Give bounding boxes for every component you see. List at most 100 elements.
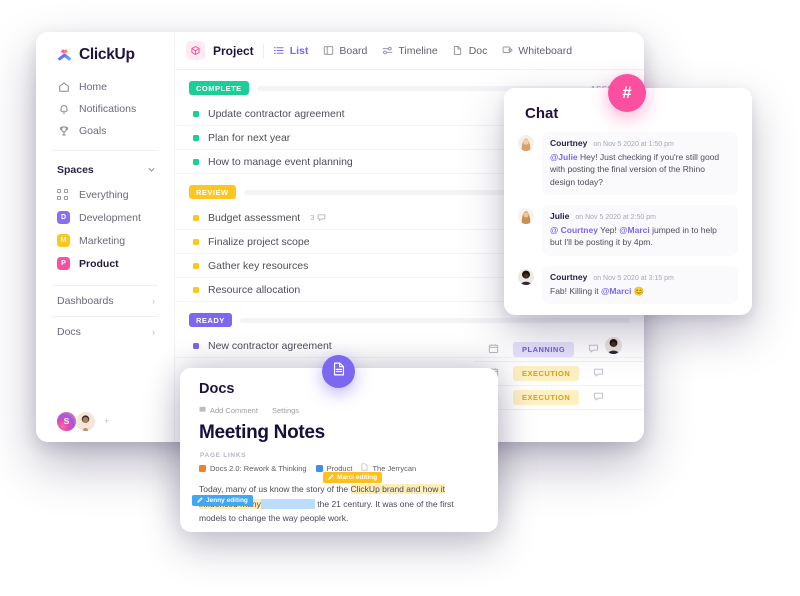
tab-board[interactable]: Board: [322, 45, 367, 57]
task-name: Budget assessment: [208, 211, 301, 224]
spaces-list: Everything D Development M Marketing P P…: [36, 183, 174, 275]
bell-icon: [57, 103, 70, 116]
chat-text: Fab! Killing it @Marci 😊: [550, 285, 730, 297]
docs-fab-button[interactable]: [322, 355, 355, 388]
task-name: Gather key resources: [208, 259, 309, 272]
chat-timestamp: on Nov 5 2020 at 2:50 pm: [575, 213, 656, 221]
status-badge: READY: [189, 313, 232, 327]
page-link-color-icon: [199, 464, 206, 472]
avatar[interactable]: [518, 135, 534, 151]
tag-execution[interactable]: EXECUTION: [513, 366, 580, 381]
avatar-current-user[interactable]: S: [56, 410, 77, 432]
task-name: How to manage event planning: [208, 155, 353, 168]
tab-doc[interactable]: Doc: [452, 44, 488, 57]
comment-count[interactable]: 3: [310, 209, 326, 227]
space-badge-marketing: M: [57, 234, 70, 247]
app-logo[interactable]: ClickUp: [36, 32, 174, 64]
sidebar-item-goals[interactable]: Goals: [36, 120, 174, 142]
comment-count-value: 3: [310, 213, 315, 222]
comment-icon[interactable]: [593, 389, 604, 407]
add-comment-label: Add Comment: [210, 406, 258, 415]
cube-icon: [186, 41, 205, 60]
tag-planning[interactable]: PLANNING: [513, 342, 575, 357]
status-dot: [193, 110, 199, 117]
table-row-meta[interactable]: PLANNING: [474, 338, 644, 362]
sidebar-nav: Home Notifications Goals: [36, 76, 174, 142]
group-header-placeholder: [239, 317, 630, 323]
sidebar-item-label: Home: [79, 81, 108, 93]
task-name: Finalize project scope: [208, 235, 310, 248]
tab-timeline[interactable]: Timeline: [381, 45, 438, 57]
sidebar-item-product[interactable]: P Product: [36, 252, 174, 275]
space-label: Development: [79, 211, 141, 224]
task-name: Resource allocation: [208, 283, 301, 296]
chat-author: Courtney: [550, 271, 588, 282]
comment-icon[interactable]: [588, 341, 599, 359]
space-badge-development: D: [57, 211, 70, 224]
page-links-label: PAGE LINKS: [200, 452, 247, 459]
chevron-down-icon[interactable]: [147, 161, 156, 179]
board-icon: [322, 45, 334, 57]
mention[interactable]: @Marci: [601, 286, 632, 296]
list-icon: [273, 45, 285, 57]
pencil-icon: [328, 473, 334, 482]
home-icon: [57, 81, 70, 94]
chat-text: @Julie Hey! Just checking if you're stil…: [550, 151, 730, 188]
chat-author: Julie: [550, 210, 570, 221]
sidebar-item-label: Dashboards: [57, 295, 114, 307]
sidebar-item-home[interactable]: Home: [36, 76, 174, 98]
space-badge-product: P: [57, 257, 70, 270]
chat-bubble: Courtney on Nov 5 2020 at 3:15 pm Fab! K…: [542, 265, 738, 304]
view-toolbar: Project List Board Timeline Doc Whiteboa…: [175, 32, 644, 70]
table-row-meta[interactable]: EXECUTION: [474, 386, 644, 410]
table-row-meta[interactable]: EXECUTION: [474, 362, 644, 386]
doc-text-part1: Today, many of us know the story of the: [199, 484, 351, 494]
status-dot: [193, 134, 199, 141]
task-name: New contractor agreement: [208, 339, 332, 352]
page-link[interactable]: Docs 2.0: Rework & Thinking: [199, 464, 307, 473]
chat-message: Julie on Nov 5 2020 at 2:50 pm @ Courtne…: [504, 195, 752, 256]
chat-timestamp: on Nov 5 2020 at 1:50 pm: [593, 141, 674, 148]
emoji: 😊: [633, 285, 645, 296]
chat-bubble: Courtney on Nov 5 2020 at 1:50 pm @Julie…: [542, 132, 738, 195]
sidebar-item-development[interactable]: D Development: [36, 206, 174, 229]
tag-execution[interactable]: EXECUTION: [513, 390, 580, 405]
chat-timestamp: on Nov 5 2020 at 3:15 pm: [593, 274, 674, 282]
tab-list[interactable]: List: [273, 45, 308, 57]
add-member-button[interactable]: +: [104, 416, 109, 426]
chat-hash-badge[interactable]: #: [608, 74, 646, 112]
sidebar-item-notifications[interactable]: Notifications: [36, 98, 174, 120]
app-logo-text: ClickUp: [79, 46, 135, 63]
mention[interactable]: @ Courtney: [550, 225, 598, 235]
sidebar-item-dashboards[interactable]: Dashboards ›: [36, 286, 174, 316]
document-body[interactable]: Marci editing Jenny editing Today, many …: [180, 472, 498, 526]
doc-icon: [452, 45, 464, 57]
settings-button[interactable]: Settings: [272, 406, 299, 415]
tab-whiteboard[interactable]: Whiteboard: [501, 45, 572, 57]
status-badge: COMPLETE: [189, 81, 249, 95]
avatar[interactable]: [518, 268, 534, 285]
task-name: Plan for next year: [208, 131, 291, 144]
status-dot: [193, 262, 199, 269]
avatar[interactable]: [75, 410, 96, 432]
tab-label: Doc: [468, 44, 488, 57]
docs-toolbar: Add Comment Settings: [180, 397, 498, 415]
sidebar-divider: [52, 150, 158, 151]
mention[interactable]: @Marci: [619, 225, 650, 235]
comment-icon[interactable]: [593, 365, 604, 383]
status-dot: [193, 238, 199, 245]
pencil-icon: [197, 496, 203, 505]
spaces-section-header[interactable]: Spaces: [36, 157, 174, 183]
collab-cursor-jenny: Jenny editing: [192, 495, 253, 506]
calendar-icon[interactable]: [488, 341, 499, 359]
add-comment-button[interactable]: Add Comment: [199, 406, 258, 415]
status-badge: REVIEW: [189, 185, 236, 199]
chat-author: Courtney: [550, 138, 588, 148]
mention[interactable]: @Julie: [550, 152, 578, 162]
space-label: Product: [79, 257, 119, 270]
avatar[interactable]: [518, 207, 534, 224]
tab-label: Whiteboard: [518, 44, 573, 57]
sidebar-item-docs[interactable]: Docs ›: [36, 317, 174, 347]
sidebar-item-everything[interactable]: Everything: [36, 183, 174, 206]
sidebar-item-marketing[interactable]: M Marketing: [36, 229, 174, 252]
